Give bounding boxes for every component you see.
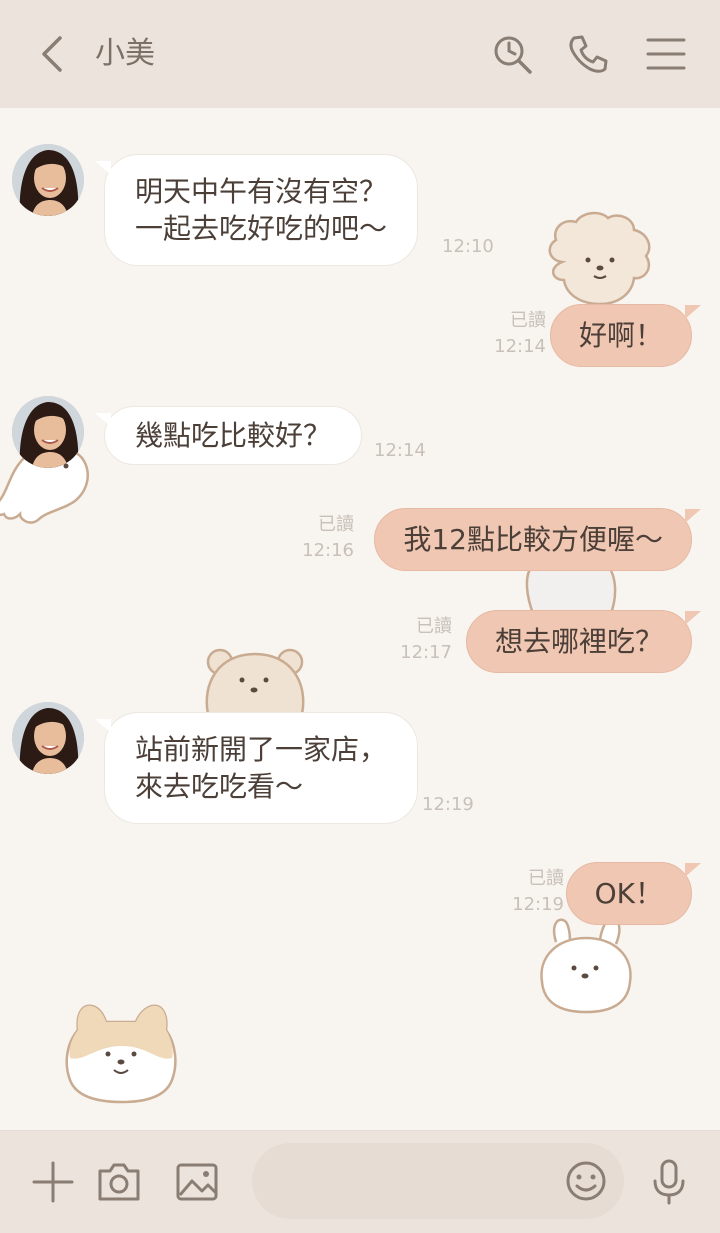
message-time: 12:17 bbox=[400, 642, 452, 663]
message-meta: 已讀 12:17 bbox=[400, 614, 452, 666]
mic-icon[interactable] bbox=[646, 1159, 692, 1205]
bear-sticker-icon bbox=[205, 648, 305, 714]
avatar-portrait-icon bbox=[12, 144, 84, 216]
read-receipt: 已讀 bbox=[510, 310, 546, 331]
chat-title: 小美 bbox=[95, 36, 155, 71]
message-bubble-incoming[interactable]: 明天中午有沒有空？ 一起去吃好吃的吧～ bbox=[94, 154, 419, 266]
avatar-portrait-icon bbox=[12, 702, 84, 774]
message-input[interactable] bbox=[252, 1143, 624, 1219]
poodle-sticker-icon bbox=[548, 211, 651, 306]
message-bubble-incoming[interactable]: 站前新開了一家店， 來去吃吃看～ bbox=[94, 712, 419, 824]
plus-icon[interactable] bbox=[30, 1159, 76, 1205]
input-bar bbox=[0, 1130, 720, 1233]
message-meta: 已讀 12:16 bbox=[302, 512, 354, 564]
message-bubble-outgoing[interactable]: OK！ bbox=[565, 862, 702, 925]
message-bubble-outgoing[interactable]: 想去哪裡吃？ bbox=[465, 610, 702, 673]
read-receipt: 已讀 bbox=[318, 514, 354, 535]
message-time: 12:16 bbox=[302, 540, 354, 561]
contact-avatar[interactable] bbox=[12, 702, 84, 774]
message-time: 12:14 bbox=[494, 336, 546, 357]
chat-area[interactable]: 明天中午有沒有空？ 一起去吃好吃的吧～ 12:10 已讀 12:14 好啊！ 幾… bbox=[0, 108, 720, 1130]
avatar-portrait-icon bbox=[12, 396, 84, 468]
phone-icon[interactable] bbox=[566, 32, 610, 76]
camera-icon[interactable] bbox=[96, 1159, 142, 1205]
smile-icon[interactable] bbox=[564, 1159, 608, 1203]
message-time: 12:19 bbox=[422, 794, 474, 815]
message-time: 12:14 bbox=[374, 440, 426, 461]
message-bubble-outgoing[interactable]: 好啊！ bbox=[549, 304, 702, 367]
message-meta: 已讀 12:14 bbox=[494, 308, 546, 360]
read-receipt: 已讀 bbox=[528, 868, 564, 889]
message-time: 12:10 bbox=[442, 236, 494, 257]
message-bubble-outgoing[interactable]: 我12點比較方便喔～ bbox=[374, 508, 701, 571]
back-icon[interactable] bbox=[36, 34, 72, 74]
contact-avatar[interactable] bbox=[12, 144, 84, 216]
chat-header: 小美 bbox=[0, 0, 720, 108]
read-receipt: 已讀 bbox=[416, 616, 452, 637]
image-icon[interactable] bbox=[174, 1159, 220, 1205]
search-icon[interactable] bbox=[490, 32, 534, 76]
rabbit-sticker-icon bbox=[540, 917, 632, 1014]
message-time: 12:19 bbox=[512, 894, 564, 915]
message-bubble-incoming[interactable]: 幾點吃比較好？ bbox=[94, 406, 363, 465]
message-meta: 已讀 12:19 bbox=[512, 866, 564, 918]
shiba-sticker-icon bbox=[65, 1004, 177, 1104]
contact-avatar[interactable] bbox=[12, 396, 84, 468]
menu-icon[interactable] bbox=[644, 32, 688, 76]
